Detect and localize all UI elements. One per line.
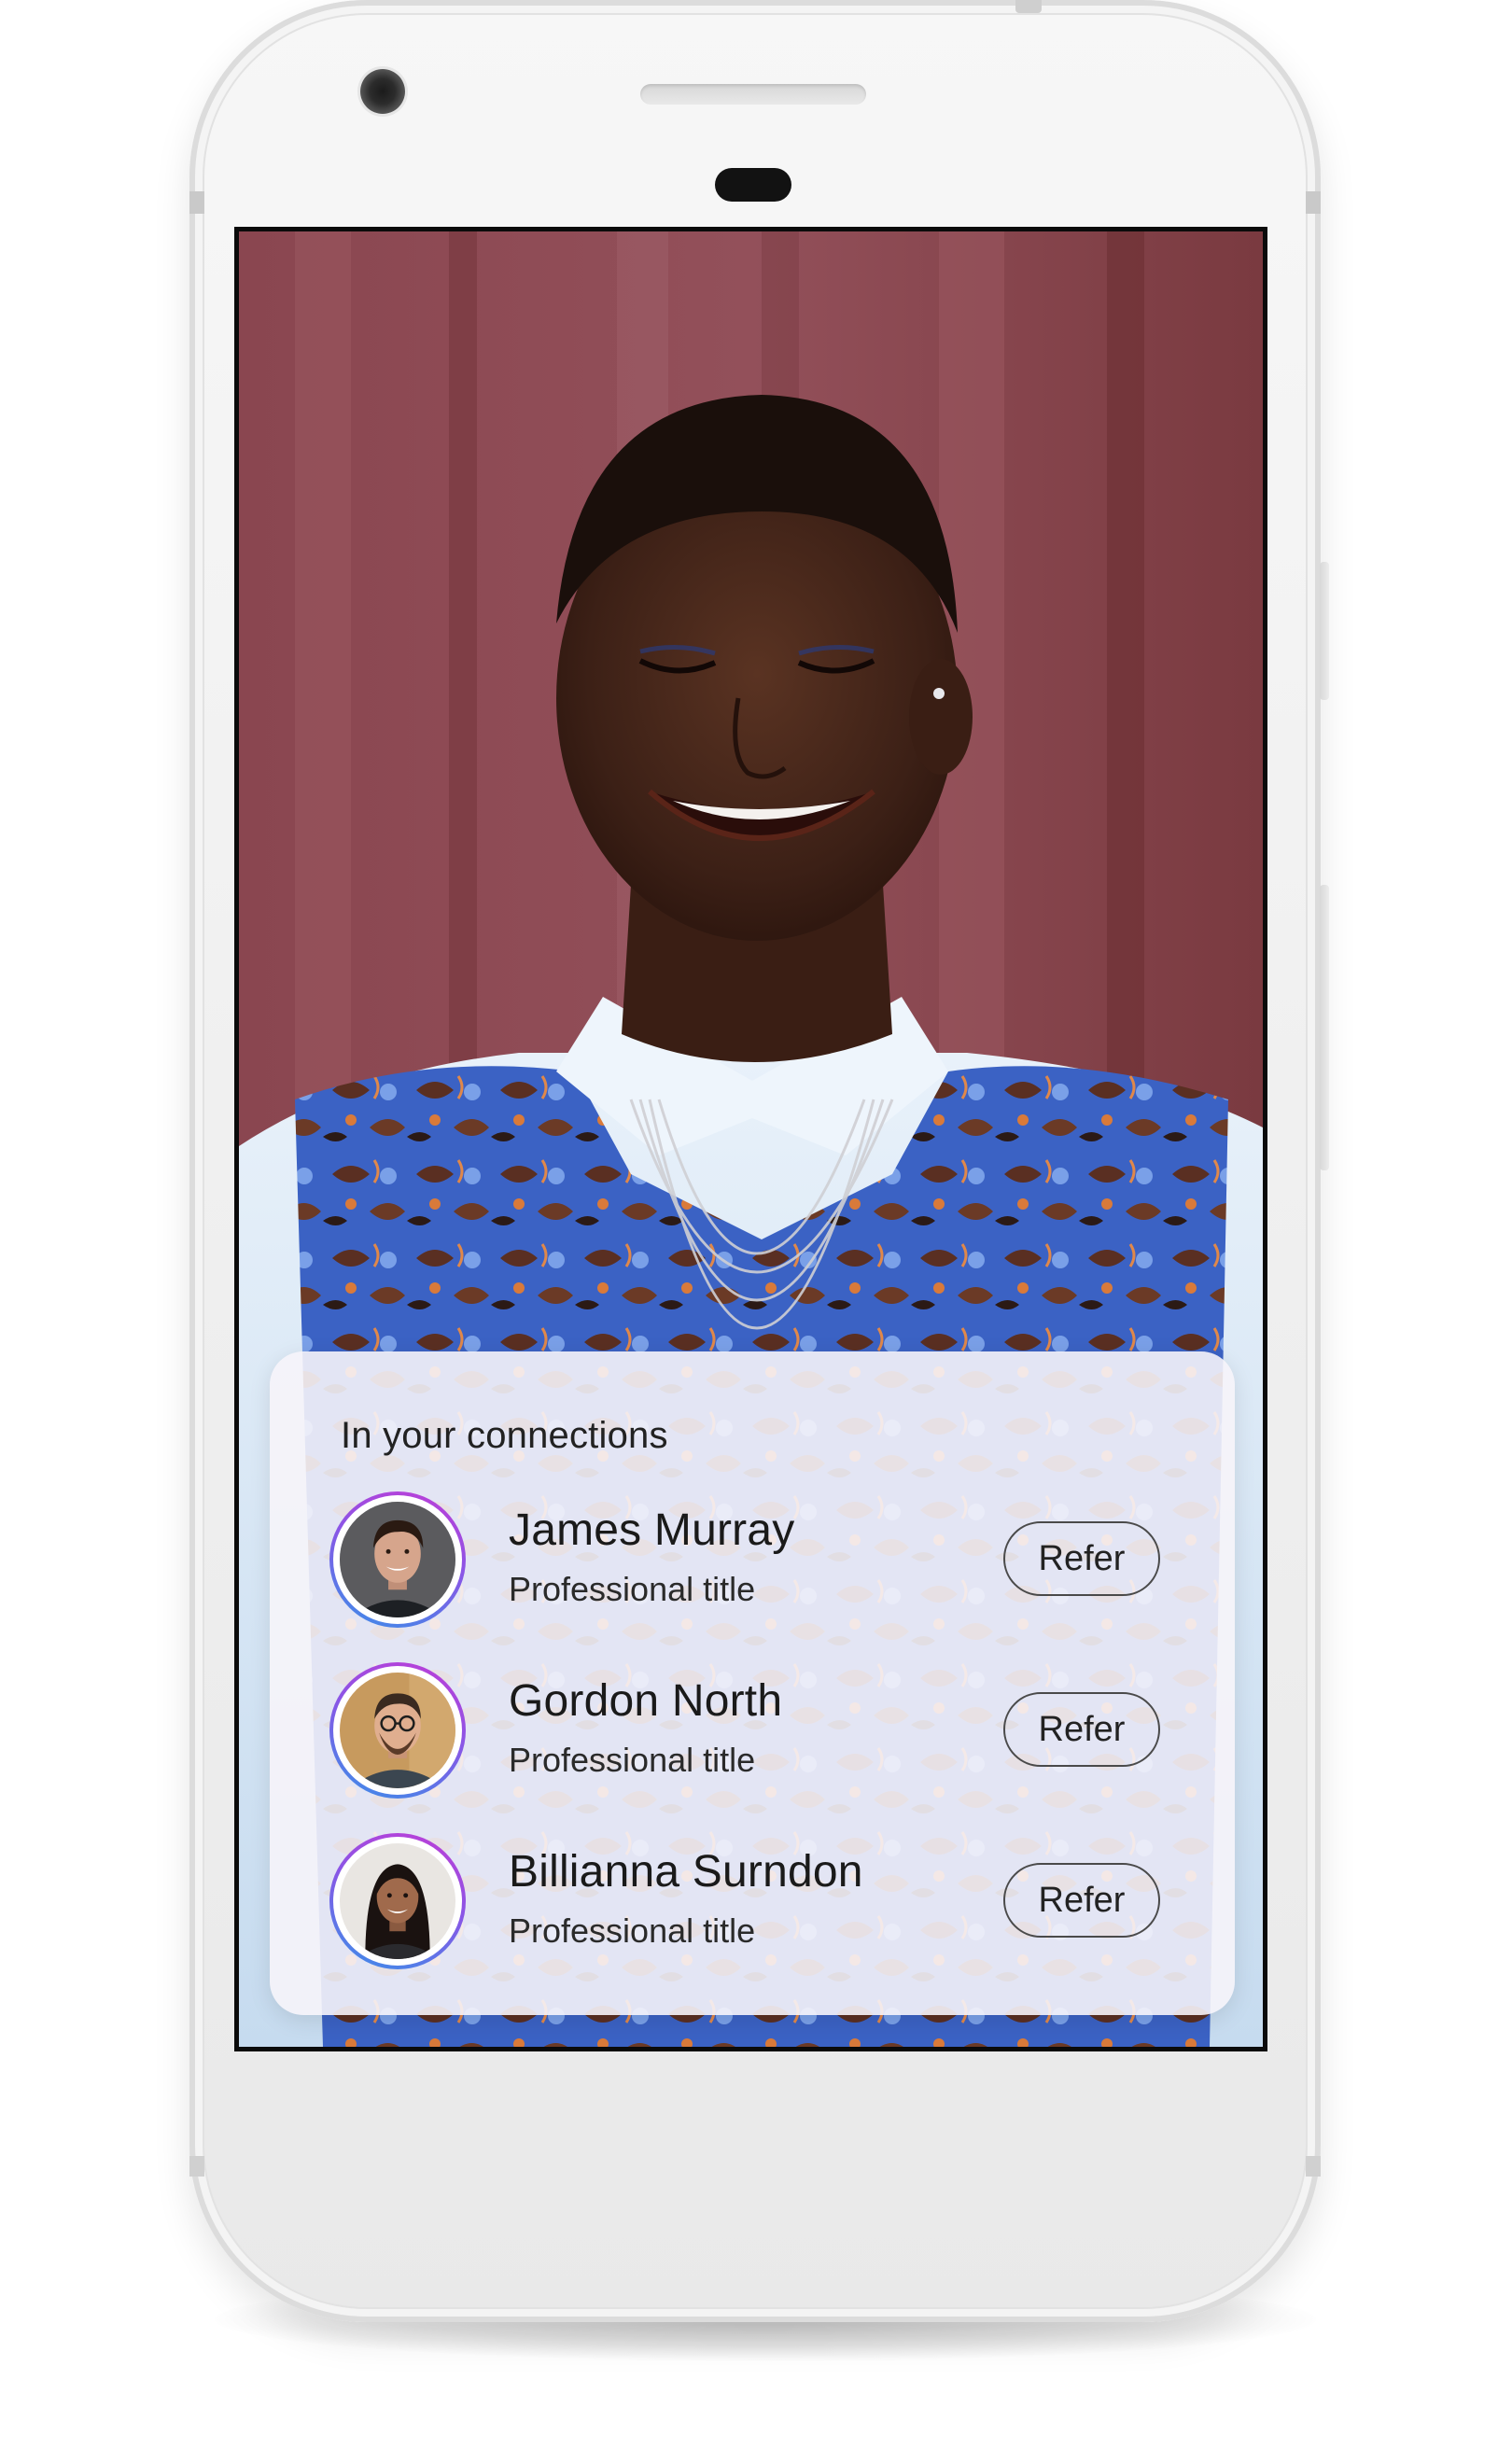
person-photo-icon — [340, 1502, 455, 1617]
connection-name: Gordon North — [509, 1676, 783, 1726]
refer-button[interactable]: Refer — [1003, 1521, 1160, 1596]
top-button — [1015, 0, 1042, 13]
avatar[interactable] — [340, 1673, 455, 1788]
avatar[interactable] — [340, 1843, 455, 1959]
connection-name: James Murray — [509, 1505, 795, 1555]
volume-rocker — [1320, 885, 1329, 1170]
front-camera-icon — [360, 69, 405, 114]
avatar[interactable] — [340, 1502, 455, 1617]
connection-row-billianna-surndon: Billianna Surndon Professional title Ref… — [270, 1833, 1235, 1982]
connection-professional-title: Professional title — [509, 1911, 756, 1950]
power-button — [1320, 562, 1329, 700]
avatar-ring — [329, 1833, 466, 1969]
connection-row-gordon-north: Gordon North Professional title Refer — [270, 1662, 1235, 1812]
connections-card: In your connections James Murray Profess… — [270, 1351, 1235, 2015]
connection-professional-title: Professional title — [509, 1570, 756, 1608]
refer-button[interactable]: Refer — [1003, 1692, 1160, 1767]
avatar-ring — [329, 1491, 466, 1628]
refer-button[interactable]: Refer — [1003, 1863, 1160, 1938]
antenna-band-right — [1306, 191, 1321, 214]
earpiece-speaker — [640, 84, 866, 105]
antenna-band-left-bottom — [189, 2156, 204, 2177]
person-photo-icon — [340, 1843, 455, 1959]
avatar-ring — [329, 1662, 466, 1799]
proximity-sensor — [715, 168, 791, 202]
antenna-band-left — [189, 191, 204, 214]
person-photo-icon — [340, 1673, 455, 1788]
device-mockup: In your connections James Murray Profess… — [0, 0, 1512, 2450]
connection-name: Billianna Surndon — [509, 1847, 863, 1897]
connection-row-james-murray: James Murray Professional title Refer — [270, 1491, 1235, 1641]
connection-professional-title: Professional title — [509, 1741, 756, 1779]
phone-screen: In your connections James Murray Profess… — [234, 227, 1267, 2051]
connections-card-title: In your connections — [341, 1415, 668, 1456]
antenna-band-right-bottom — [1306, 2156, 1321, 2177]
screen-content: In your connections James Murray Profess… — [239, 231, 1263, 2047]
